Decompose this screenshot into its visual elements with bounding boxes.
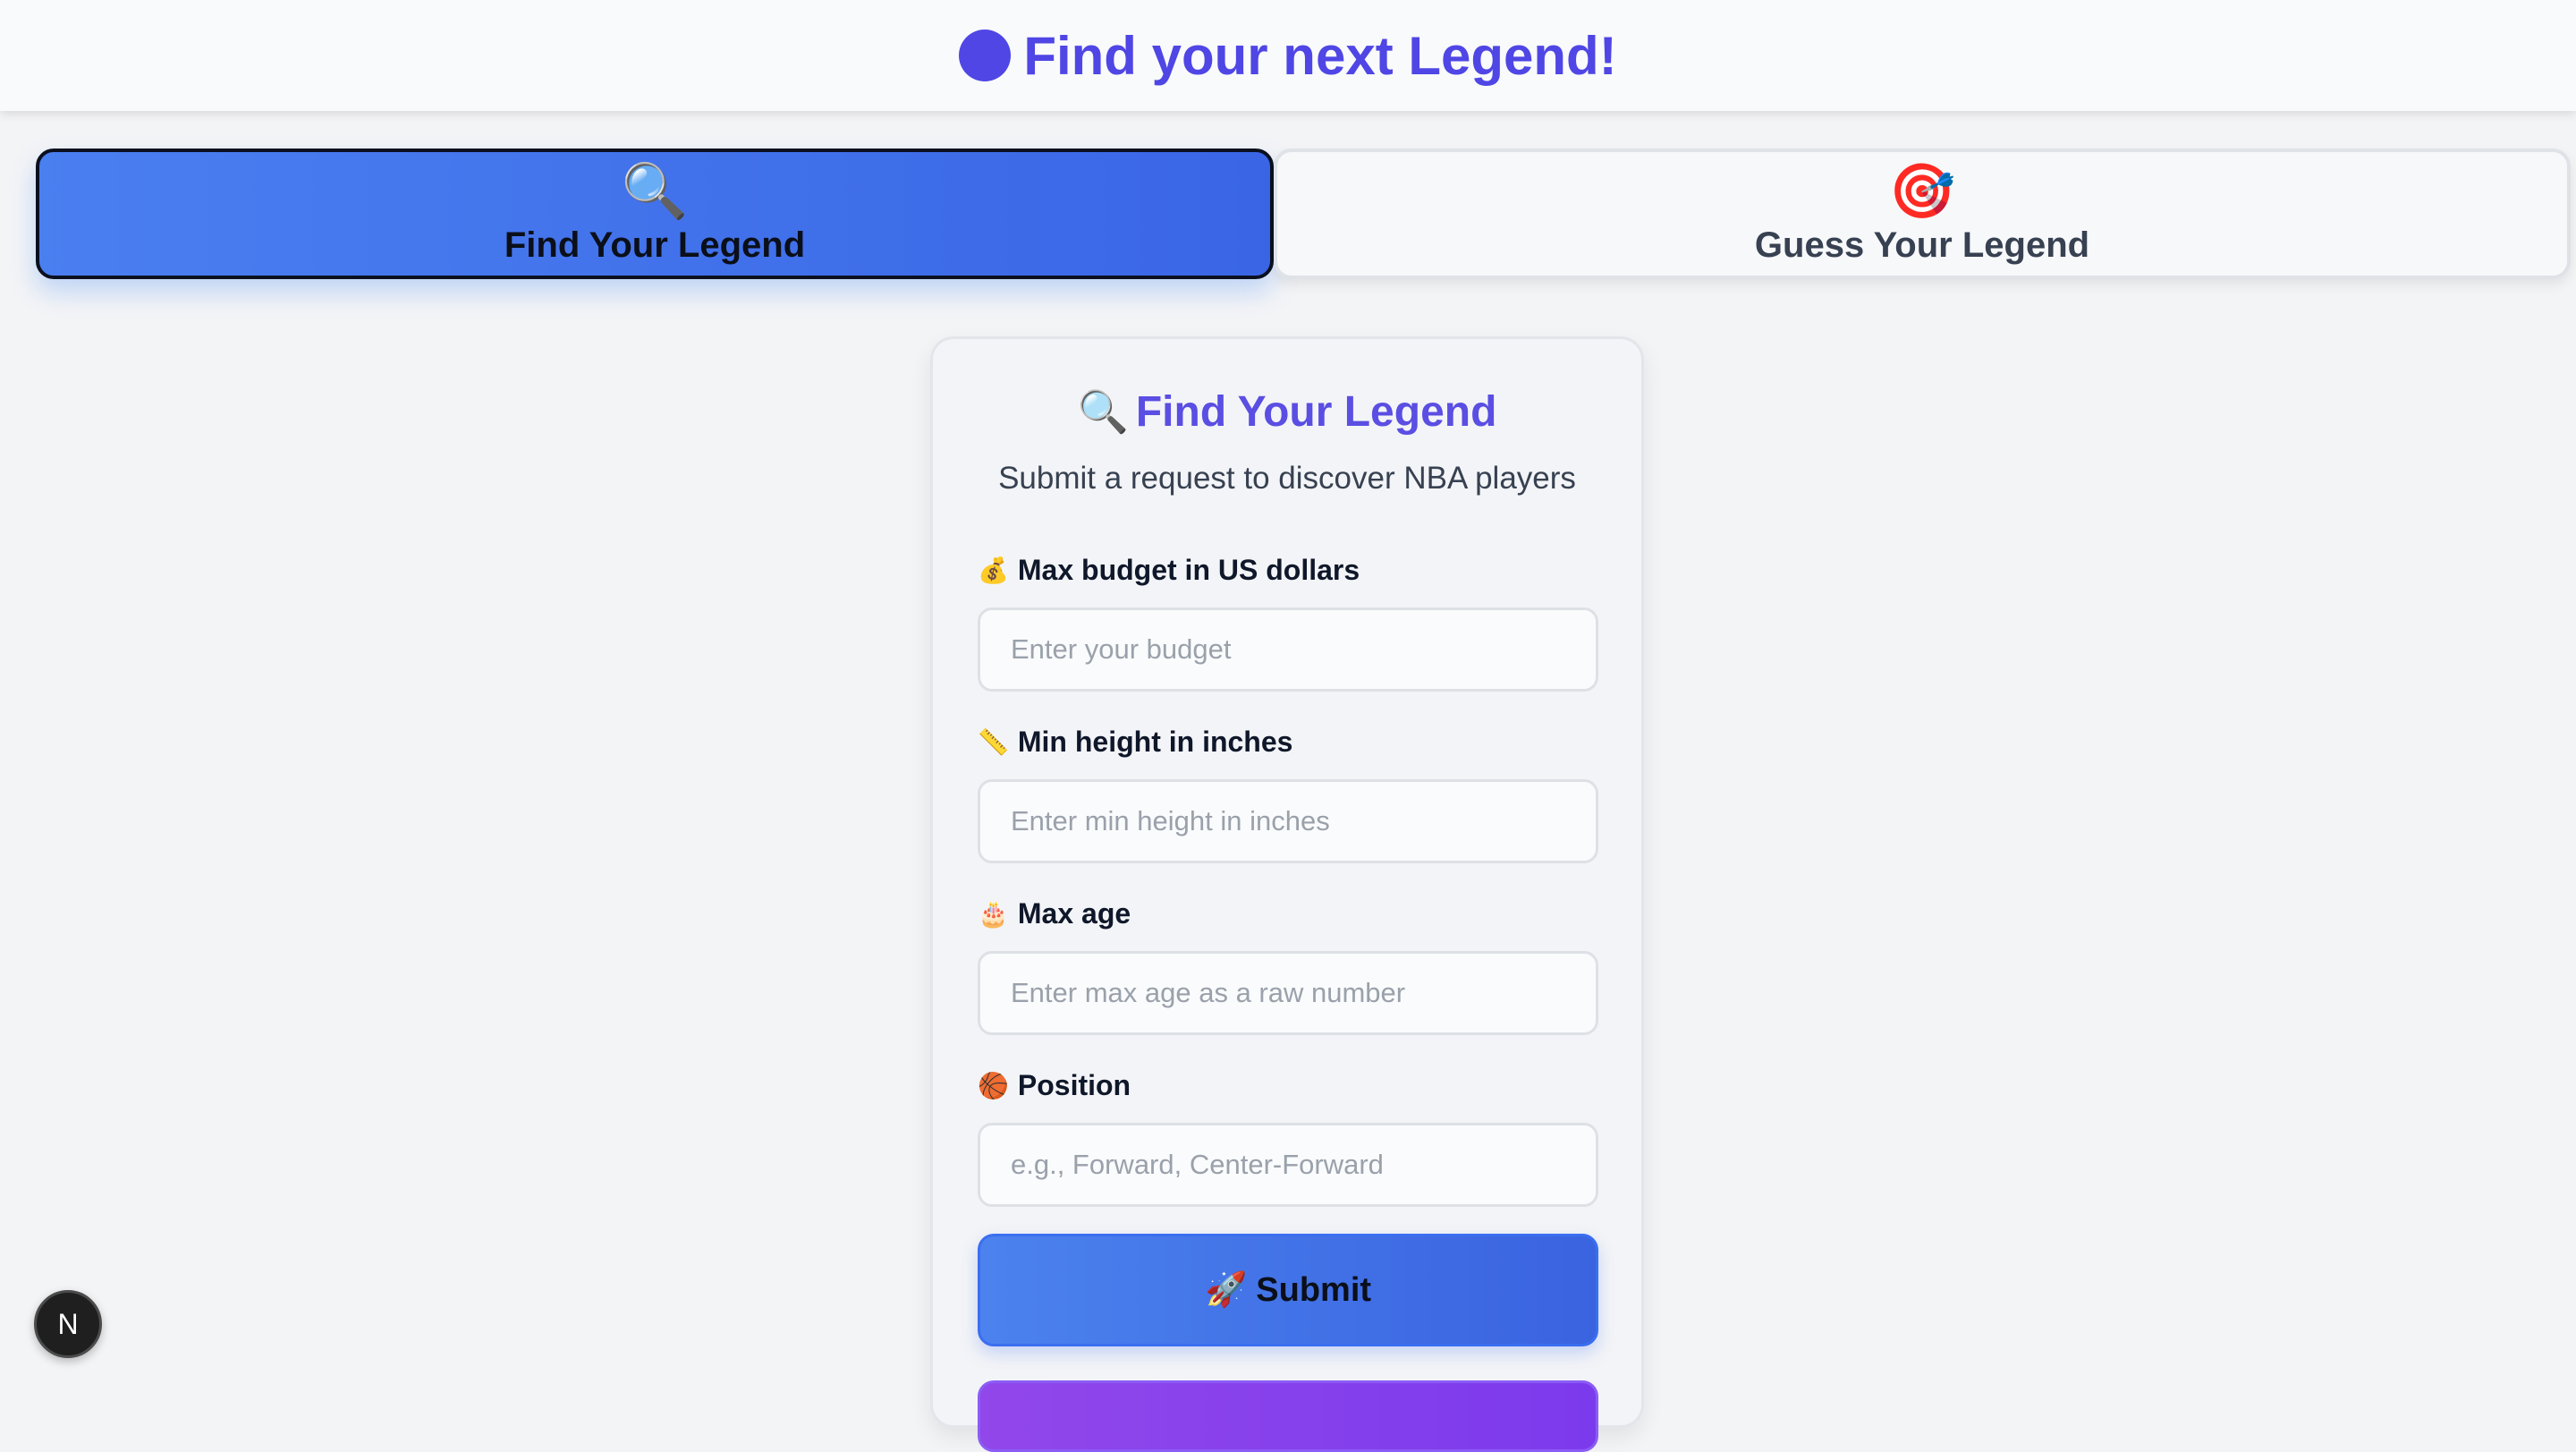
dev-tools-badge[interactable]: N (34, 1290, 102, 1358)
magnifier-icon: 🔍 (1077, 388, 1129, 435)
target-icon: 🎯 (1888, 160, 1956, 221)
height-label: 📏 Min height in inches (978, 726, 1292, 759)
tab-guess-your-legend[interactable]: 🎯 Guess Your Legend (1274, 149, 2571, 279)
money-bag-icon: 💰 (978, 556, 1009, 584)
height-label-text: Min height in inches (1017, 726, 1293, 758)
budget-label-text: Max budget in US dollars (1017, 554, 1360, 586)
form-subtitle: Submit a request to discover NBA players (998, 461, 1576, 496)
find-legend-form-card: 🔍 Find Your Legend Submit a request to d… (930, 336, 1644, 1452)
min-height-input[interactable] (978, 779, 1598, 863)
max-age-input[interactable] (978, 951, 1598, 1035)
age-label: 🎂 Max age (978, 897, 1131, 930)
basketball-icon: 🏀 (978, 1072, 1009, 1100)
position-label: 🏀 Position (978, 1069, 1131, 1102)
logo-dot-icon (959, 30, 1012, 81)
form-title: 🔍 Find Your Legend (933, 387, 1641, 437)
rocket-icon: 🚀 (1204, 1271, 1248, 1309)
position-input[interactable] (978, 1123, 1598, 1207)
tab-find-label: Find Your Legend (504, 225, 806, 265)
magnifier-icon: 🔍 (621, 160, 689, 221)
secondary-button[interactable] (978, 1380, 1598, 1452)
submit-button-label: Submit (1256, 1270, 1372, 1309)
tab-guess-label: Guess Your Legend (1754, 225, 2090, 265)
form-title-text: Find Your Legend (1135, 388, 1497, 436)
age-label-text: Max age (1017, 897, 1131, 930)
ruler-icon: 📏 (978, 728, 1009, 756)
page-title: Find your next Legend! (1023, 25, 1617, 86)
tab-find-your-legend[interactable]: 🔍 Find Your Legend (36, 149, 1274, 279)
cake-icon: 🎂 (978, 900, 1009, 928)
position-label-text: Position (1017, 1069, 1131, 1101)
submit-button[interactable]: 🚀 Submit (978, 1234, 1598, 1346)
top-header: Find your next Legend! (0, 0, 2576, 111)
budget-label: 💰 Max budget in US dollars (978, 554, 1360, 587)
budget-input[interactable] (978, 607, 1598, 692)
